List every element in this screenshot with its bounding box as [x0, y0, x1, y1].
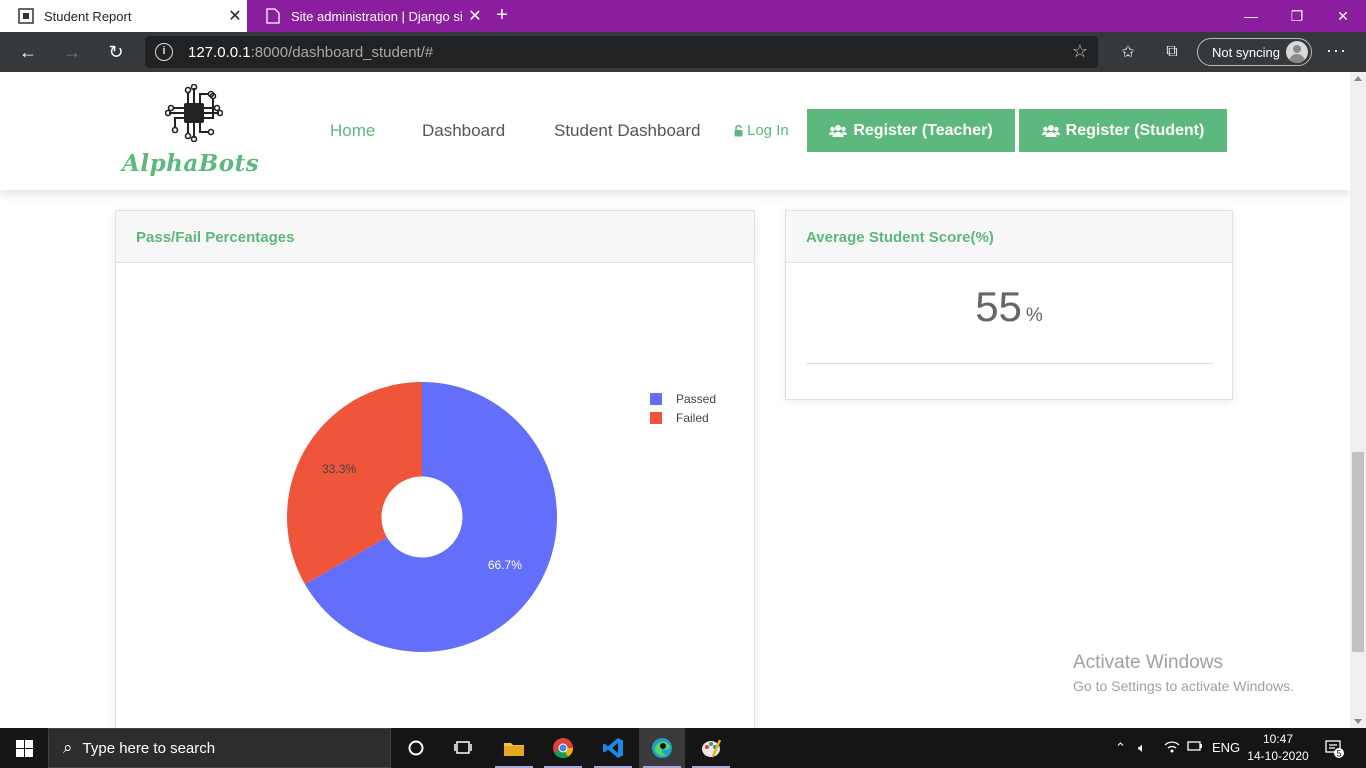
browser-toolbar: ← → ↻ i 127.0.0.1:8000/dashboard_student…	[0, 32, 1366, 72]
users-icon	[1041, 124, 1060, 137]
legend-item-failed[interactable]: Failed	[650, 408, 716, 427]
average-score-title: Average Student Score(%)	[786, 211, 1232, 263]
tab-close-icon[interactable]: ✕	[463, 6, 487, 26]
chrome-icon[interactable]	[540, 728, 586, 768]
tab-title: Student Report	[44, 8, 132, 24]
lock-icon	[734, 124, 743, 136]
svg-text:5: 5	[1336, 749, 1341, 759]
taskbar-search-box[interactable]: ⌕ Type here to search	[48, 728, 391, 768]
start-button[interactable]	[0, 728, 48, 768]
back-button[interactable]: ←	[14, 38, 42, 66]
search-icon: ⌕	[63, 738, 73, 757]
file-explorer-icon[interactable]	[491, 728, 537, 768]
refresh-button[interactable]: ↻	[102, 38, 130, 66]
edge-icon[interactable]	[639, 728, 685, 768]
notifications-icon[interactable]: 5	[1324, 738, 1344, 761]
register-teacher-button[interactable]: Register (Teacher)	[807, 109, 1015, 152]
profile-sync-button[interactable]: Not syncing	[1197, 38, 1312, 66]
new-tab-button[interactable]: +	[492, 4, 512, 28]
clock[interactable]: 10:47 14-10-2020	[1245, 731, 1311, 765]
divider	[806, 363, 1213, 364]
restore-button[interactable]: ❐	[1274, 0, 1320, 32]
wifi-icon[interactable]	[1164, 740, 1180, 757]
page-icon	[265, 8, 281, 24]
tab-close-icon[interactable]: ✕	[223, 6, 247, 26]
address-bar[interactable]: i 127.0.0.1:8000/dashboard_student/# ☆	[145, 36, 1098, 68]
paint-icon[interactable]	[688, 728, 734, 768]
minimize-button[interactable]: —	[1228, 0, 1274, 32]
legend-swatch	[650, 411, 662, 424]
avatar	[1286, 41, 1308, 63]
battery-icon[interactable]	[1187, 740, 1203, 755]
settings-more-icon[interactable]: ···	[1326, 40, 1347, 61]
site-header: AlphaBots Home Dashboard Student Dashboa…	[0, 72, 1350, 190]
windows-taskbar: ⌕ Type here to search ⌃ 🔈︎ ENG 10:47 14-…	[0, 728, 1366, 768]
scroll-down-icon[interactable]	[1354, 719, 1362, 724]
activate-windows-watermark: Activate Windows Go to Settings to activ…	[1073, 652, 1294, 694]
vscode-icon[interactable]	[590, 728, 636, 768]
passfail-card: Pass/Fail Percentages 66.7% 33.3% Passed …	[115, 210, 755, 728]
tab-django-admin[interactable]: Site administration | Django site ✕	[247, 0, 487, 32]
page-scrollbar[interactable]	[1350, 72, 1366, 728]
forward-button[interactable]: →	[58, 38, 86, 66]
nav-home[interactable]: Home	[330, 121, 375, 141]
favorites-icon[interactable]: ✩	[1116, 40, 1140, 64]
pie-label-failed: 33.3%	[322, 462, 356, 476]
nav-student-dashboard[interactable]: Student Dashboard	[554, 121, 701, 141]
scroll-thumb[interactable]	[1352, 452, 1364, 652]
chart-legend: Passed Failed	[650, 389, 716, 427]
legend-swatch	[650, 392, 662, 405]
browser-titlebar: Student Report ✕ Site administration | D…	[0, 0, 1366, 32]
tab-student-report[interactable]: Student Report ✕	[0, 0, 247, 32]
brand-name: AlphaBots	[122, 150, 260, 177]
close-window-button[interactable]: ✕	[1320, 0, 1366, 32]
url-text[interactable]: 127.0.0.1:8000/dashboard_student/#	[188, 44, 433, 61]
favorite-star-icon[interactable]: ☆	[1072, 41, 1088, 62]
register-student-button[interactable]: Register (Student)	[1019, 109, 1227, 152]
show-hidden-icons[interactable]: ⌃	[1115, 740, 1126, 756]
tab-title: Site administration | Django site	[291, 8, 463, 24]
windows-logo-icon	[15, 739, 33, 757]
login-link[interactable]: Log In	[734, 122, 789, 139]
circuit-chip-icon	[165, 84, 223, 142]
average-score-value: 55%	[975, 283, 1043, 330]
cortana-icon[interactable]	[393, 728, 439, 768]
users-icon	[829, 124, 848, 137]
site-info-icon[interactable]: i	[155, 43, 173, 61]
nav-dashboard[interactable]: Dashboard	[422, 121, 505, 141]
site-favicon-icon	[18, 8, 34, 24]
pie-label-passed: 66.7%	[488, 558, 522, 572]
scroll-up-icon[interactable]	[1354, 76, 1362, 81]
collections-icon[interactable]: ⧉	[1160, 40, 1184, 64]
volume-icon[interactable]: 🔈︎	[1138, 740, 1146, 756]
passfail-card-title: Pass/Fail Percentages	[116, 211, 754, 263]
passfail-pie-chart[interactable]: 66.7% 33.3%	[116, 263, 754, 728]
brand-logo[interactable]: AlphaBots	[120, 84, 275, 177]
task-view-icon[interactable]	[440, 728, 486, 768]
language-indicator[interactable]: ENG	[1212, 740, 1240, 755]
page-viewport: AlphaBots Home Dashboard Student Dashboa…	[0, 72, 1350, 728]
average-score-card: Average Student Score(%) 55%	[785, 210, 1233, 400]
legend-item-passed[interactable]: Passed	[650, 389, 716, 408]
